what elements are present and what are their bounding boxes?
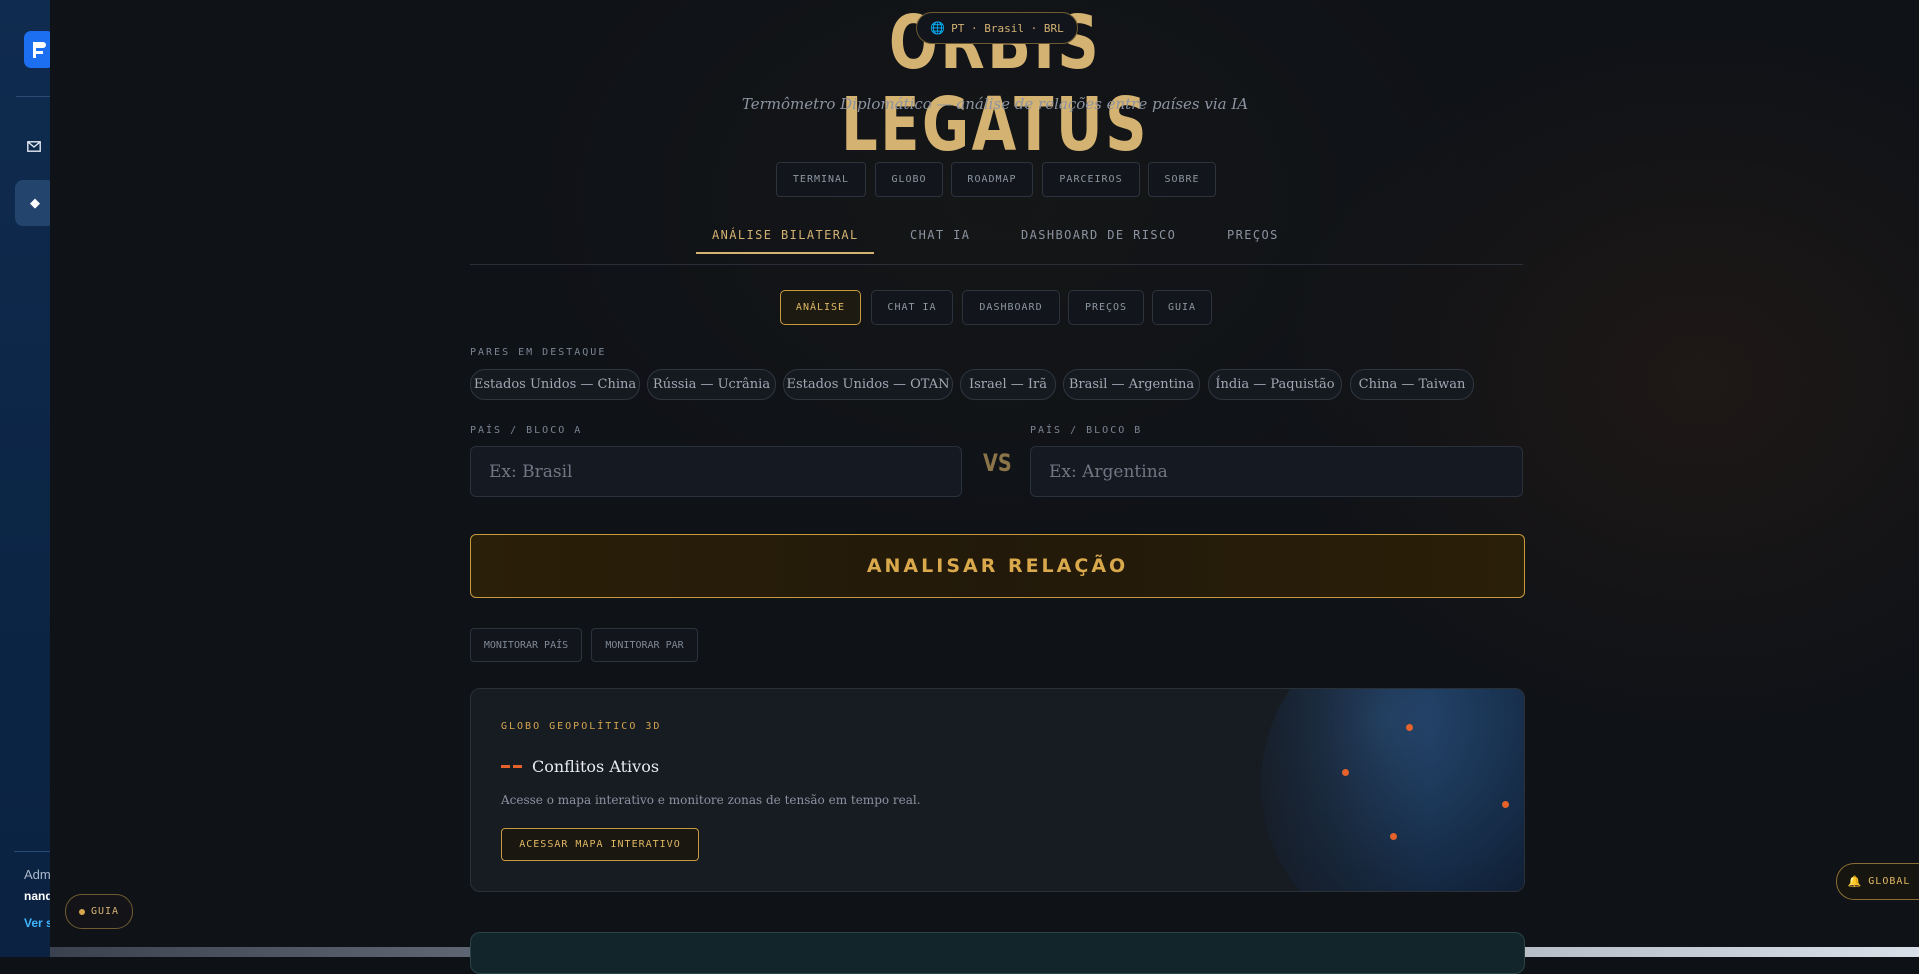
analyze-relation-button[interactable]: ANALISAR RELAÇÃO [470, 534, 1525, 598]
subtab-analise[interactable]: ANÁLISE [780, 290, 861, 325]
page-subtitle: Termômetro Diplomático — análise de rela… [741, 95, 1249, 113]
card-kicker: GLOBO GEOPOLÍTICO 3D [501, 721, 662, 732]
sidebar-view-link[interactable]: Ver s [24, 916, 53, 930]
open-map-button[interactable]: ACESSAR MAPA INTERATIVO [501, 828, 699, 861]
top-nav: TERMINAL GLOBO ROADMAP PARCEIROS SOBRE [0, 162, 1919, 197]
subtab-dashboard[interactable]: DASHBOARD [962, 290, 1060, 325]
sidebar-divider [16, 96, 50, 97]
sidebar-user-name: nand [24, 889, 53, 903]
versus-label: VS [983, 449, 1012, 477]
pair-chip[interactable]: Estados Unidos — China [470, 369, 640, 400]
tab-dashboard-risco[interactable]: DASHBOARD DE RISCO [1021, 228, 1176, 242]
monitor-pair-button[interactable]: MONITORAR PAR [591, 628, 698, 662]
global-alerts-button[interactable]: 🔔 GLOBAL [1836, 863, 1919, 900]
nav-globo[interactable]: GLOBO [875, 162, 943, 197]
guide-floating-button[interactable]: GUIA [65, 894, 133, 929]
guide-label: GUIA [90, 906, 120, 917]
country-b-input[interactable]: Ex: Argentina [1030, 446, 1523, 497]
locale-selector[interactable]: 🌐 PT · Brasil · BRL [916, 12, 1078, 44]
pair-chip[interactable]: Rússia — Ucrânia [647, 369, 776, 400]
pair-chip[interactable]: China — Taiwan [1350, 369, 1474, 400]
conflict-marker [1342, 769, 1349, 776]
nav-roadmap[interactable]: ROADMAP [951, 162, 1033, 197]
country-a-input[interactable]: Ex: Brasil [470, 446, 962, 497]
mail-icon[interactable] [27, 140, 41, 156]
monitor-country-button[interactable]: MONITORAR PAÍS [470, 628, 582, 662]
tab-precos[interactable]: PREÇOS [1227, 228, 1279, 242]
conflict-marker [1502, 801, 1509, 808]
country-a-label: PAÍS / BLOCO A [470, 425, 583, 436]
main-tabs: ANÁLISE BILATERAL CHAT IA DASHBOARD DE R… [470, 218, 1523, 265]
guide-dot-icon [78, 908, 85, 915]
tab-chat-ia[interactable]: CHAT IA [910, 228, 970, 242]
active-tab-indicator [696, 252, 874, 254]
bell-icon: 🔔 [1847, 875, 1863, 888]
subtab-guia[interactable]: GUIA [1152, 290, 1212, 325]
sidebar-divider-bottom [14, 851, 54, 852]
sidebar-admin-label: Adm [24, 867, 51, 882]
card-title-row: Conflitos Ativos [501, 757, 659, 776]
pair-chip[interactable]: Israel — Irã [960, 369, 1056, 400]
globe-card: GLOBO GEOPOLÍTICO 3D Conflitos Ativos Ac… [470, 688, 1525, 892]
country-b-label: PAÍS / BLOCO B [1030, 425, 1143, 436]
conflict-marker [1406, 724, 1413, 731]
card-description: Acesse o mapa interativo e monitore zona… [501, 793, 921, 807]
nav-parceiros[interactable]: PARCEIROS [1042, 162, 1140, 197]
globe-fade [1171, 689, 1431, 891]
conflict-marker [1390, 833, 1397, 840]
tab-analise-bilateral[interactable]: ANÁLISE BILATERAL [712, 228, 859, 242]
globe-icon: 🌐 [930, 21, 946, 35]
pair-chip[interactable]: Estados Unidos — OTAN [783, 369, 953, 400]
subtab-chat-ia[interactable]: CHAT IA [871, 290, 953, 325]
nav-terminal[interactable]: TERMINAL [776, 162, 866, 197]
pair-chip[interactable]: Índia — Paquistão [1208, 369, 1342, 400]
featured-pairs-label: PARES EM DESTAQUE [470, 347, 607, 358]
pair-chip[interactable]: Brasil — Argentina [1063, 369, 1200, 400]
next-card [470, 932, 1525, 974]
card-title: Conflitos Ativos [532, 757, 660, 776]
nav-sobre[interactable]: SOBRE [1148, 162, 1216, 197]
diamond-icon: ◆ [30, 195, 40, 211]
subtab-precos[interactable]: PREÇOS [1068, 290, 1144, 325]
conflict-icon [501, 765, 522, 768]
global-label: GLOBAL [1868, 876, 1911, 887]
locale-label: PT · Brasil · BRL [951, 21, 1064, 35]
